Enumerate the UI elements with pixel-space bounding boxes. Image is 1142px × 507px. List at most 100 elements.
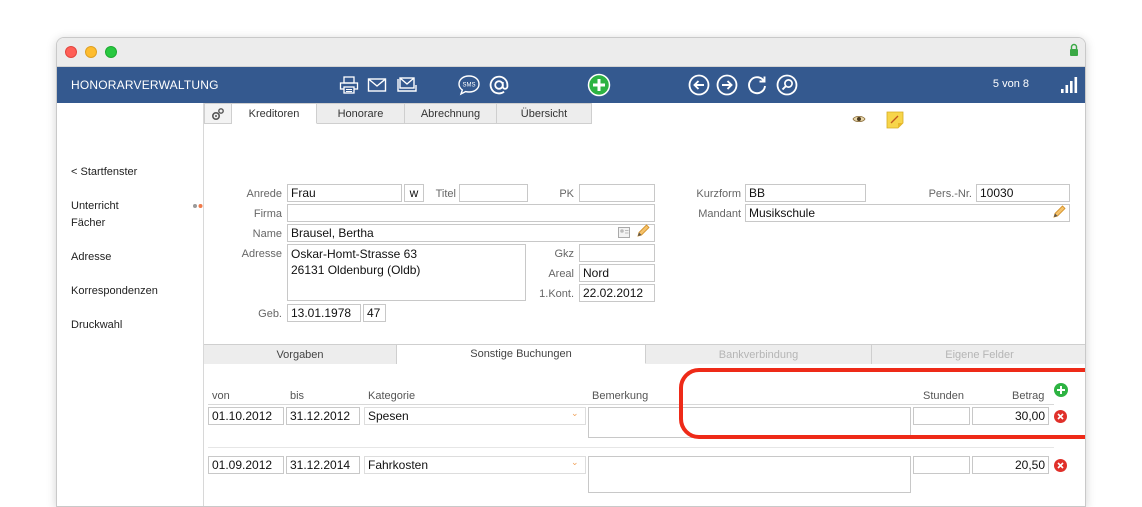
row2-stunden-field[interactable] [913, 456, 970, 474]
col-header-bemerkung: Bemerkung [592, 390, 649, 402]
adresse-field[interactable]: Oskar-Homt-Strasse 63 26131 Oldenburg (O… [287, 244, 526, 301]
subtab-eigene-felder: Eigene Felder [872, 345, 1085, 364]
record-count: 5 von 8 [992, 78, 1029, 90]
kurzform-label: Kurzform [696, 188, 741, 200]
tab-abrechnung[interactable]: Abrechnung [405, 103, 497, 124]
zoom-window-button[interactable] [105, 46, 117, 58]
titel-field[interactable] [459, 184, 528, 202]
firma-field[interactable] [287, 204, 655, 222]
kont-field[interactable]: 22.02.2012 [579, 284, 655, 302]
col-header-bis: bis [290, 390, 305, 402]
sidebar-item-unterricht[interactable]: Unterricht [71, 198, 119, 215]
delete-row-icon[interactable] [1054, 410, 1067, 423]
col-header-betrag: Betrag [1012, 390, 1045, 402]
age-field: 47 [363, 304, 386, 322]
main-content: Kreditoren Honorare Abrechnung Übersicht… [204, 103, 1085, 506]
sidebar-item-druckwahl[interactable]: Druckwahl [71, 317, 122, 334]
serial-mail-icon[interactable] [395, 73, 419, 97]
tab-kreditoren[interactable]: Kreditoren [232, 103, 317, 124]
window-titlebar [57, 38, 1085, 67]
refresh-icon[interactable] [745, 73, 769, 97]
name-label: Name [252, 228, 282, 240]
row2-bis-field[interactable]: 31.12.2014 [286, 456, 360, 474]
lock-icon [1070, 43, 1078, 56]
sms-icon[interactable]: SMS [457, 73, 481, 97]
minimize-window-button[interactable] [85, 46, 97, 58]
add-record-icon[interactable] [587, 73, 611, 97]
main-tabs: Kreditoren Honorare Abrechnung Übersicht [204, 103, 592, 124]
sidebar-item-faecher[interactable]: Fächer [71, 215, 105, 232]
areal-field[interactable]: Nord [579, 264, 655, 282]
anrede-field[interactable]: Frau [287, 184, 402, 202]
adresse-line-2: 26131 Oldenburg (Oldb) [291, 263, 421, 277]
row2-kategorie-select[interactable]: Fahrkosten [364, 456, 586, 474]
note-icon[interactable] [886, 111, 904, 129]
indicator-dots-icon [193, 204, 203, 208]
edit-pencil-icon[interactable] [636, 224, 650, 238]
kurzform-field[interactable]: BB [745, 184, 866, 202]
row1-bis-field[interactable]: 31.12.2012 [286, 407, 360, 425]
email-at-icon[interactable] [487, 73, 511, 97]
sidebar-item-adresse[interactable]: Adresse [71, 249, 111, 266]
col-header-stunden: Stunden [923, 390, 964, 402]
row1-stunden-field[interactable] [913, 407, 970, 425]
chevron-down-icon[interactable]: ⌄ [571, 457, 579, 468]
col-header-von: von [212, 390, 230, 402]
sms-icon-label: SMS [462, 83, 475, 89]
mandant-label: Mandant [698, 208, 741, 220]
persnr-label: Pers.-Nr. [928, 188, 972, 200]
settings-gear-icon[interactable] [204, 103, 232, 124]
subtab-sonstige-buchungen[interactable]: Sonstige Buchungen [397, 345, 646, 364]
geb-field[interactable]: 13.01.1978 [287, 304, 361, 322]
kont-label: 1.Kont. [539, 288, 574, 300]
app-window: HONORARVERWALTUNG SMS 5 von 8 < Startfen… [56, 37, 1086, 507]
name-field[interactable]: Brausel, Bertha [287, 224, 655, 242]
tab-uebersicht[interactable]: Übersicht [497, 103, 592, 124]
sub-tabs: Vorgaben Sonstige Buchungen Bankverbindu… [204, 344, 1085, 364]
row1-kategorie-select[interactable]: Spesen [364, 407, 586, 425]
print-icon[interactable] [337, 73, 361, 97]
sidebar-item-startfenster[interactable]: < Startfenster [71, 164, 137, 181]
anrede-label: Anrede [246, 188, 282, 200]
row-divider [208, 447, 1054, 448]
row1-bemerkung-field[interactable] [588, 407, 911, 438]
row2-betrag-field[interactable]: 20,50 [972, 456, 1049, 474]
subtab-bankverbindung: Bankverbindung [646, 345, 872, 364]
contact-card-icon[interactable] [618, 227, 630, 238]
pk-label: PK [559, 188, 574, 200]
header-divider [208, 404, 1054, 405]
close-window-button[interactable] [65, 46, 77, 58]
mandant-field[interactable]: Musikschule [745, 204, 1070, 222]
row2-von-field[interactable]: 01.09.2012 [208, 456, 284, 474]
add-booking-icon[interactable] [1054, 383, 1068, 397]
row2-bemerkung-field[interactable] [588, 456, 911, 493]
signal-bars-icon[interactable] [1057, 73, 1081, 97]
subtab-vorgaben[interactable]: Vorgaben [204, 345, 397, 364]
search-icon[interactable] [775, 73, 799, 97]
sidebar: < Startfenster Unterricht Fächer Adresse… [57, 103, 204, 506]
titel-label: Titel [435, 188, 456, 200]
geb-label: Geb. [258, 308, 282, 320]
areal-label: Areal [548, 268, 574, 280]
persnr-field[interactable]: 10030 [976, 184, 1070, 202]
gender-field[interactable]: w [404, 184, 424, 202]
previous-record-icon[interactable] [687, 73, 711, 97]
app-title: HONORARVERWALTUNG [71, 78, 219, 92]
delete-row-icon[interactable] [1054, 459, 1067, 472]
adresse-line-1: Oskar-Homt-Strasse 63 [291, 247, 418, 261]
firma-label: Firma [253, 208, 282, 220]
row1-betrag-field[interactable]: 30,00 [972, 407, 1049, 425]
gkz-field[interactable] [579, 244, 655, 262]
chevron-down-icon[interactable]: ⌄ [571, 408, 579, 419]
pk-field[interactable] [579, 184, 655, 202]
adresse-label: Adresse [241, 248, 282, 260]
next-record-icon[interactable] [715, 73, 739, 97]
eye-icon[interactable] [852, 114, 866, 124]
sidebar-item-korrespondenzen[interactable]: Korrespondenzen [71, 283, 158, 300]
mail-icon[interactable] [365, 73, 389, 97]
mandant-edit-pencil-icon[interactable] [1052, 205, 1066, 219]
tab-honorare[interactable]: Honorare [317, 103, 405, 124]
row1-von-field[interactable]: 01.10.2012 [208, 407, 284, 425]
gkz-label: Gkz [554, 248, 574, 260]
main-toolbar: HONORARVERWALTUNG SMS 5 von 8 [57, 67, 1085, 103]
